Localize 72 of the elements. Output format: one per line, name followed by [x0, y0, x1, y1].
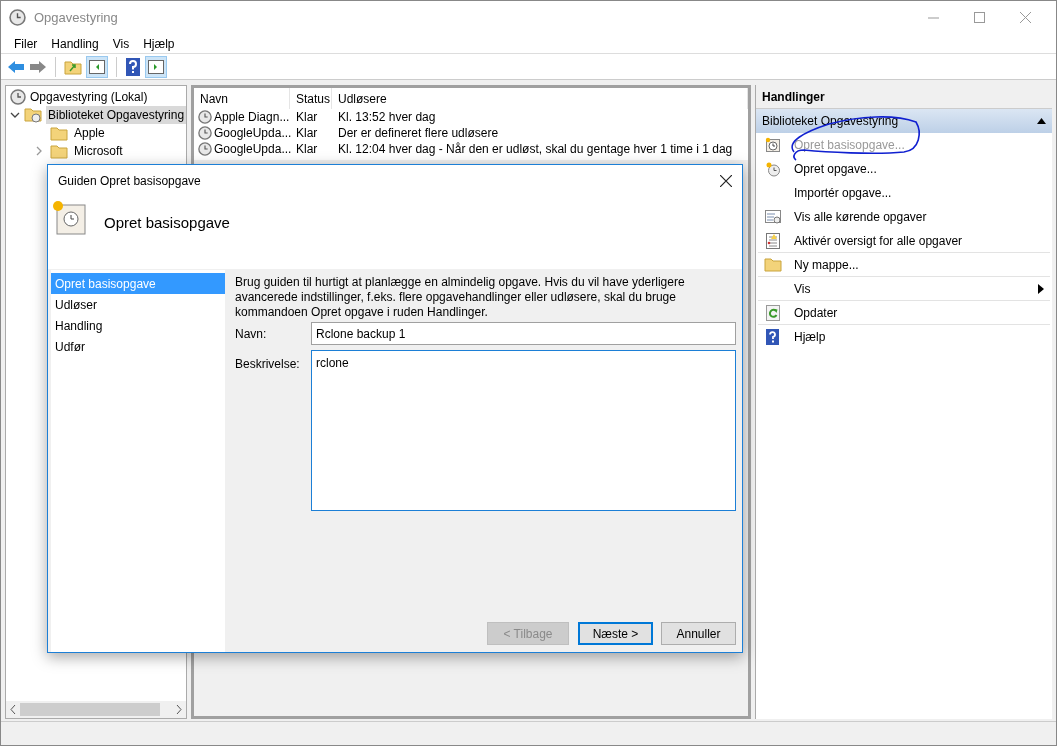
help-icon[interactable]: [125, 57, 141, 76]
scroll-left-icon[interactable]: [10, 705, 16, 714]
help-icon: [765, 329, 781, 345]
close-icon[interactable]: [720, 174, 732, 187]
table-cell-text: Apple Diagn...: [214, 109, 290, 126]
chevron-down-icon[interactable]: [10, 110, 20, 120]
intro-text: Brug guiden til hurtigt at planlægge en almindelig opgave. Hvis du vil have yderligere avancerede indstillinger, f.eks. flere opgavehandlinger eller udløsere, skal du bruge kommandoen Opret opgave i ruden Handlinger.: [235, 275, 686, 320]
menu-item[interactable]: Handling: [44, 34, 106, 53]
task-icon: [198, 142, 212, 156]
collapse-icon[interactable]: [1037, 118, 1046, 124]
list-icon: [765, 209, 781, 225]
menu-item[interactable]: Hjælp: [136, 34, 182, 53]
action-link[interactable]: Vis: [794, 279, 1030, 298]
action-pane-button[interactable]: [145, 55, 167, 78]
menu-item[interactable]: Filer: [7, 34, 45, 53]
action-link[interactable]: Ny mappe...: [794, 255, 1044, 274]
table-cell-text: Kl. 13:52 hver dag: [337, 109, 437, 126]
task-icon: [198, 110, 212, 124]
calendar-clock-icon: [765, 137, 781, 153]
step-item[interactable]: Handling: [51, 315, 225, 336]
tree-root[interactable]: Opgavestyring (Lokal): [30, 88, 148, 106]
window-title: Opgavestyring: [34, 8, 118, 27]
folder-clock-icon: [24, 107, 42, 123]
chevron-right-icon[interactable]: [34, 146, 44, 156]
field-label: Navn:: [235, 325, 268, 343]
folder-up-icon[interactable]: [64, 58, 82, 75]
folder-icon: [764, 257, 782, 272]
calendar-clock-icon: [52, 200, 88, 236]
tree-item[interactable]: Apple: [72, 124, 107, 142]
dialog-title: Guiden Opret basisopgave: [58, 172, 202, 190]
forward-arrow-icon[interactable]: [29, 58, 47, 75]
column-header[interactable]: Status: [290, 88, 332, 109]
table-cell-text: Klar: [295, 109, 319, 126]
table-cell-text: GoogleUpda...: [214, 125, 292, 142]
maximize-icon[interactable]: [973, 12, 985, 23]
action-link[interactable]: Hjælp: [794, 328, 1044, 346]
horizontal-scrollbar[interactable]: [6, 701, 186, 718]
actions-header: Handlinger: [756, 85, 1052, 109]
action-link[interactable]: Opdater: [794, 303, 1044, 322]
step-item[interactable]: Udfør: [51, 336, 225, 357]
back-arrow-icon[interactable]: [7, 58, 25, 75]
scroll-right-icon[interactable]: [176, 705, 182, 714]
table-cell-text: Klar: [295, 141, 319, 158]
table-cell-text: Kl. 12:04 hver dag - Når den er udløst, skal du gentage hver 1 time i 1 dag: [337, 141, 734, 158]
app-icon: [9, 9, 26, 26]
table-cell-text: Der er defineret flere udløsere: [337, 125, 500, 142]
dialog-button[interactable]: Næste >: [578, 622, 653, 645]
folder-icon: [50, 143, 68, 159]
tree-item[interactable]: Biblioteket Opgavestyring: [46, 106, 187, 124]
document-icon: [765, 232, 781, 249]
refresh-icon: [765, 304, 781, 321]
clock-icon: [10, 89, 26, 105]
description-field[interactable]: rclone: [311, 350, 736, 511]
column-header[interactable]: Udløsere: [332, 88, 748, 109]
task-icon: [198, 126, 212, 140]
table-cell-text: GoogleUpda...: [214, 141, 292, 158]
field-label: Beskrivelse:: [235, 356, 301, 373]
show-pane-button[interactable]: [86, 55, 108, 78]
step-item[interactable]: Udløser: [51, 294, 225, 315]
clock-icon: [765, 161, 781, 177]
action-link[interactable]: Importér opgave...: [794, 184, 1044, 202]
action-link[interactable]: Opret opgave...: [794, 160, 1044, 178]
column-header[interactable]: Navn: [194, 88, 290, 109]
menu-item[interactable]: Vis: [105, 34, 137, 53]
table-cell-text: Klar: [295, 125, 319, 142]
name-field[interactable]: Rclone backup 1: [311, 322, 736, 345]
dialog-button[interactable]: Annuller: [661, 622, 736, 645]
tree-item[interactable]: Microsoft: [72, 142, 125, 160]
action-link[interactable]: Vis alle kørende opgaver: [794, 208, 1044, 226]
action-link[interactable]: Aktivér oversigt for alle opgaver: [794, 231, 1044, 250]
dialog-heading: Opret basisopgave: [104, 213, 230, 233]
submenu-arrow-icon: [1038, 283, 1044, 294]
